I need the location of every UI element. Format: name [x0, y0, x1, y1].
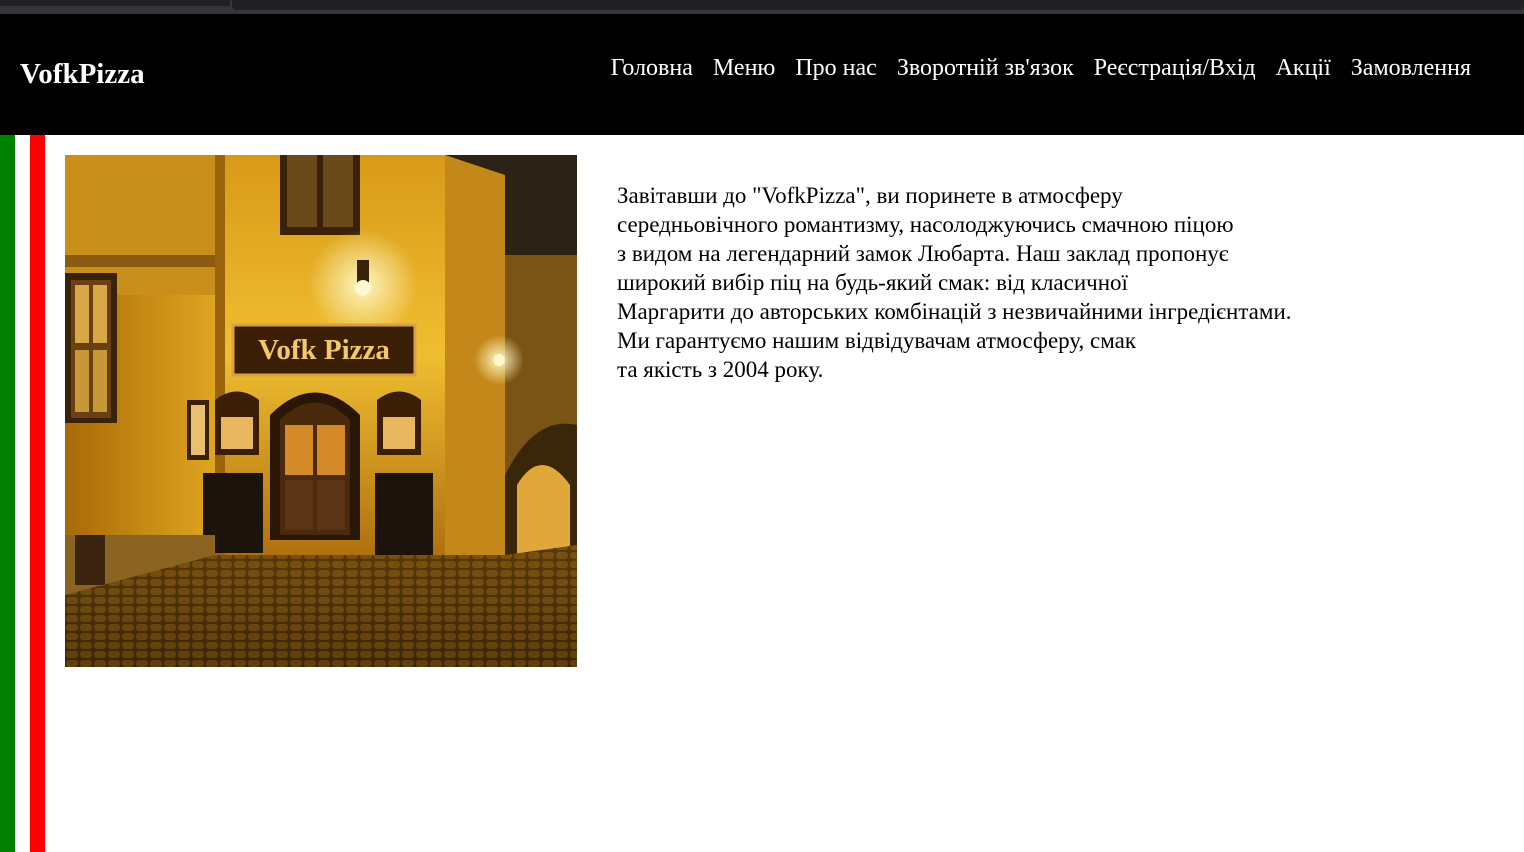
restaurant-photo: Vofk Pizza [65, 155, 577, 667]
flag-stripe-green [0, 135, 15, 852]
site-logo[interactable]: VofkPizza [20, 56, 145, 92]
nav-link-feedback[interactable]: Зворотній зв'язок [897, 55, 1074, 81]
nav-link-orders[interactable]: Замовлення [1351, 55, 1471, 81]
browser-address-bar[interactable] [232, 0, 1524, 10]
nav-item-promotions: Акції [1276, 52, 1331, 84]
nav-link-auth[interactable]: Реєстрація/Вхід [1094, 55, 1256, 81]
sign-text: Vofk Pizza [258, 334, 390, 366]
nav-item-menu: Меню [713, 52, 775, 84]
about-line: Завітавши до "VofkPizza", ви поринете в … [617, 183, 1123, 208]
about-line: широкий вибір піц на будь-який смак: від… [617, 270, 1128, 295]
nav-link-home[interactable]: Головна [611, 55, 693, 81]
about-line: Ми гарантуємо нашим відвідувачам атмосфе… [617, 328, 1137, 353]
nav-link-about[interactable]: Про нас [795, 55, 876, 81]
nav-item-orders: Замовлення [1351, 52, 1471, 84]
browser-chrome [0, 0, 1524, 14]
nav-item-auth: Реєстрація/Вхід [1094, 52, 1256, 84]
nav-item-home: Головна [611, 52, 693, 84]
flag-stripe-white [15, 135, 30, 852]
about-line: з видом на легендарний замок Любарта. На… [617, 241, 1229, 266]
about-paragraph: Завітавши до "VofkPizza", ви поринете в … [617, 181, 1477, 384]
nav-link-menu[interactable]: Меню [713, 55, 775, 81]
browser-tab[interactable] [0, 0, 230, 6]
nav-item-about: Про нас [795, 52, 876, 84]
about-line: Маргарити до авторських комбінацій з нез… [617, 299, 1292, 324]
nav-link-promotions[interactable]: Акції [1276, 55, 1331, 81]
about-line: середньовічного романтизму, насолоджуючи… [617, 212, 1234, 237]
nav-item-feedback: Зворотній зв'язок [897, 52, 1074, 84]
main-nav: Головна Меню Про нас Зворотній зв'язок Р… [611, 52, 1471, 84]
about-line: та якість з 2004 року. [617, 357, 824, 382]
site-header: VofkPizza Головна Меню Про нас Зворотній… [0, 14, 1524, 135]
flag-stripe-red [30, 135, 45, 852]
